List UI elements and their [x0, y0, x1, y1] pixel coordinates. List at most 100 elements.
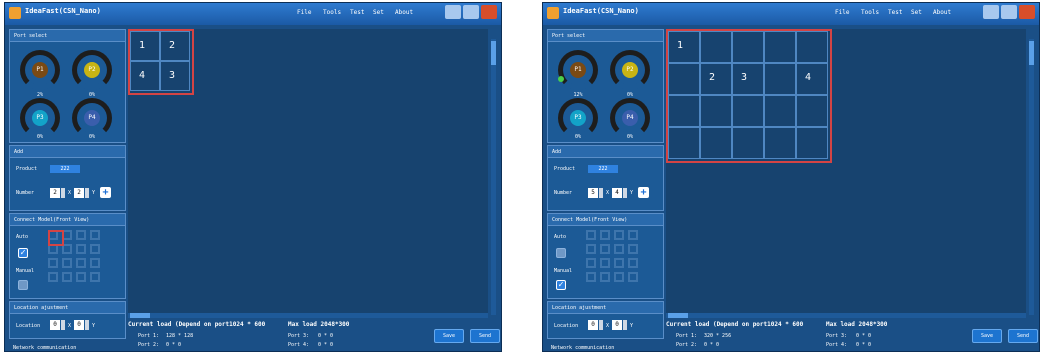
port-p4-knob: P4	[622, 110, 638, 126]
gauge-p1[interactable]: P1	[20, 50, 60, 90]
connect-model-selected[interactable]	[48, 230, 64, 246]
number-x-input[interactable]: 5	[588, 188, 598, 198]
save-icon[interactable]: H	[498, 61, 501, 75]
left-panel: Port select P1 2% P2 0% P3 0% P4 0% Add …	[9, 29, 126, 351]
maximize-button[interactable]	[463, 5, 479, 19]
horizontal-scrollbar[interactable]	[666, 313, 1026, 318]
network-icon[interactable]: ▲	[1036, 207, 1039, 221]
gauge-p3[interactable]: P3	[20, 98, 60, 138]
app-window-2: IdeaFast(CSN_Nano) File Tools Test Set A…	[542, 2, 1040, 352]
product-field[interactable]: 222	[50, 165, 80, 173]
add-plus-button[interactable]: +	[638, 187, 649, 198]
auto-label: Auto	[554, 234, 567, 240]
save-button[interactable]: Save	[972, 329, 1002, 343]
layout-canvas[interactable]: 1 2 4 3	[128, 29, 488, 313]
number-y-input[interactable]: 4	[612, 188, 622, 198]
port-select-title: Port select	[548, 30, 663, 42]
search-icon[interactable]: ⚲	[498, 163, 502, 177]
connect-panel: Connect Model(Front View) Auto ✓ Manual	[9, 213, 126, 299]
menu-tools[interactable]: Tools	[323, 9, 341, 16]
vertical-scroll-thumb[interactable]	[1029, 41, 1034, 65]
gauge-p4[interactable]: P4	[610, 98, 650, 138]
manual-checkbox[interactable]: ✓	[556, 280, 566, 290]
send-button[interactable]: Send	[1008, 329, 1038, 343]
display-icon[interactable]: ▭	[1036, 103, 1039, 117]
minimize-button[interactable]	[445, 5, 461, 19]
search-icon[interactable]: ⚲	[1036, 163, 1040, 177]
current-load: Current load (Depend on port1024 * 600	[666, 321, 804, 328]
light-icon[interactable]: ☼	[1036, 81, 1039, 95]
location-y-spinner[interactable]	[623, 320, 627, 330]
horizontal-scroll-thumb[interactable]	[668, 313, 688, 318]
display-icon[interactable]: ▭	[498, 103, 501, 117]
port2-value: 0 * 0	[704, 342, 720, 348]
gauge-p4[interactable]: P4	[72, 98, 112, 138]
horizontal-scroll-thumb[interactable]	[130, 313, 150, 318]
number-x-spinner[interactable]	[599, 188, 603, 198]
number-x-input[interactable]: 2	[50, 188, 60, 198]
location-x-spinner[interactable]	[61, 320, 65, 330]
add-title: Add	[10, 146, 125, 158]
gauge-p2[interactable]: P2	[72, 50, 112, 90]
port-select-panel: Port select P1 2% P2 0% P3 0% P4 0%	[9, 29, 126, 143]
save-icon[interactable]: H	[1036, 61, 1039, 75]
menu-set[interactable]: Set	[373, 9, 384, 16]
location-y-spinner[interactable]	[85, 320, 89, 330]
gauge-p1[interactable]: P1	[558, 50, 598, 90]
location-y-input[interactable]: 0	[612, 320, 622, 330]
menu-tools[interactable]: Tools	[861, 9, 879, 16]
add-panel: Add Product 222 Number 5 X 4 Y +	[547, 145, 664, 211]
menu-about[interactable]: About	[933, 9, 951, 16]
layout-canvas[interactable]: 1 2 3 4	[666, 29, 1026, 313]
number-y-spinner[interactable]	[623, 188, 627, 198]
menu-test[interactable]: Test	[888, 9, 902, 16]
minimize-button[interactable]	[983, 5, 999, 19]
location-x-spinner[interactable]	[599, 320, 603, 330]
menu-set[interactable]: Set	[911, 9, 922, 16]
undo-icon[interactable]: ↶	[1036, 143, 1039, 157]
location-x-input[interactable]: 0	[588, 320, 598, 330]
gauge-p4-value: 0%	[626, 134, 634, 140]
location-panel: Location ajustment Location 0 X 0 Y	[547, 301, 664, 339]
undo-icon[interactable]: ↶	[498, 143, 501, 157]
number-label: Number	[554, 190, 573, 196]
auto-checkbox[interactable]: ✓	[18, 248, 28, 258]
network-label[interactable]: Network communication	[551, 345, 614, 351]
menu-about[interactable]: About	[395, 9, 413, 16]
light-icon[interactable]: ☼	[498, 81, 501, 95]
network-icon[interactable]: ▲	[498, 207, 501, 221]
send-button[interactable]: Send	[470, 329, 500, 343]
maximize-button[interactable]	[1001, 5, 1017, 19]
location-x-input[interactable]: 0	[50, 320, 60, 330]
port2-label: Port 2:	[676, 342, 698, 348]
number-y-input[interactable]: 2	[74, 188, 84, 198]
screen-icon[interactable]: ▢	[498, 185, 501, 199]
number-x-spinner[interactable]	[61, 188, 65, 198]
add-plus-button[interactable]: +	[100, 187, 111, 198]
screen-icon[interactable]: ▢	[1036, 185, 1039, 199]
open-folder-icon[interactable]: ▬	[1036, 41, 1039, 55]
vertical-scroll-thumb[interactable]	[491, 41, 496, 65]
horizontal-scrollbar[interactable]	[128, 313, 488, 318]
network-label[interactable]: Network communication	[13, 345, 76, 351]
save-button[interactable]: Save	[434, 329, 464, 343]
product-field[interactable]: 222	[588, 165, 618, 173]
close-button[interactable]	[1019, 5, 1035, 19]
lock-icon[interactable]: θ	[1036, 123, 1039, 137]
close-button[interactable]	[481, 5, 497, 19]
lock-icon[interactable]: θ	[498, 123, 501, 137]
vertical-scrollbar[interactable]	[1029, 39, 1034, 315]
location-y-input[interactable]: 0	[74, 320, 84, 330]
auto-checkbox[interactable]	[556, 248, 566, 258]
menu-test[interactable]: Test	[350, 9, 364, 16]
gauge-p3[interactable]: P3	[558, 98, 598, 138]
menu-file[interactable]: File	[297, 9, 311, 16]
connect-model-preview[interactable]	[586, 230, 646, 290]
number-y-spinner[interactable]	[85, 188, 89, 198]
max-load: Max load 2048*300	[826, 321, 888, 328]
gauge-p2[interactable]: P2	[610, 50, 650, 90]
menu-file[interactable]: File	[835, 9, 849, 16]
manual-checkbox[interactable]	[18, 280, 28, 290]
open-folder-icon[interactable]: ▬	[498, 41, 501, 55]
vertical-scrollbar[interactable]	[491, 39, 496, 315]
